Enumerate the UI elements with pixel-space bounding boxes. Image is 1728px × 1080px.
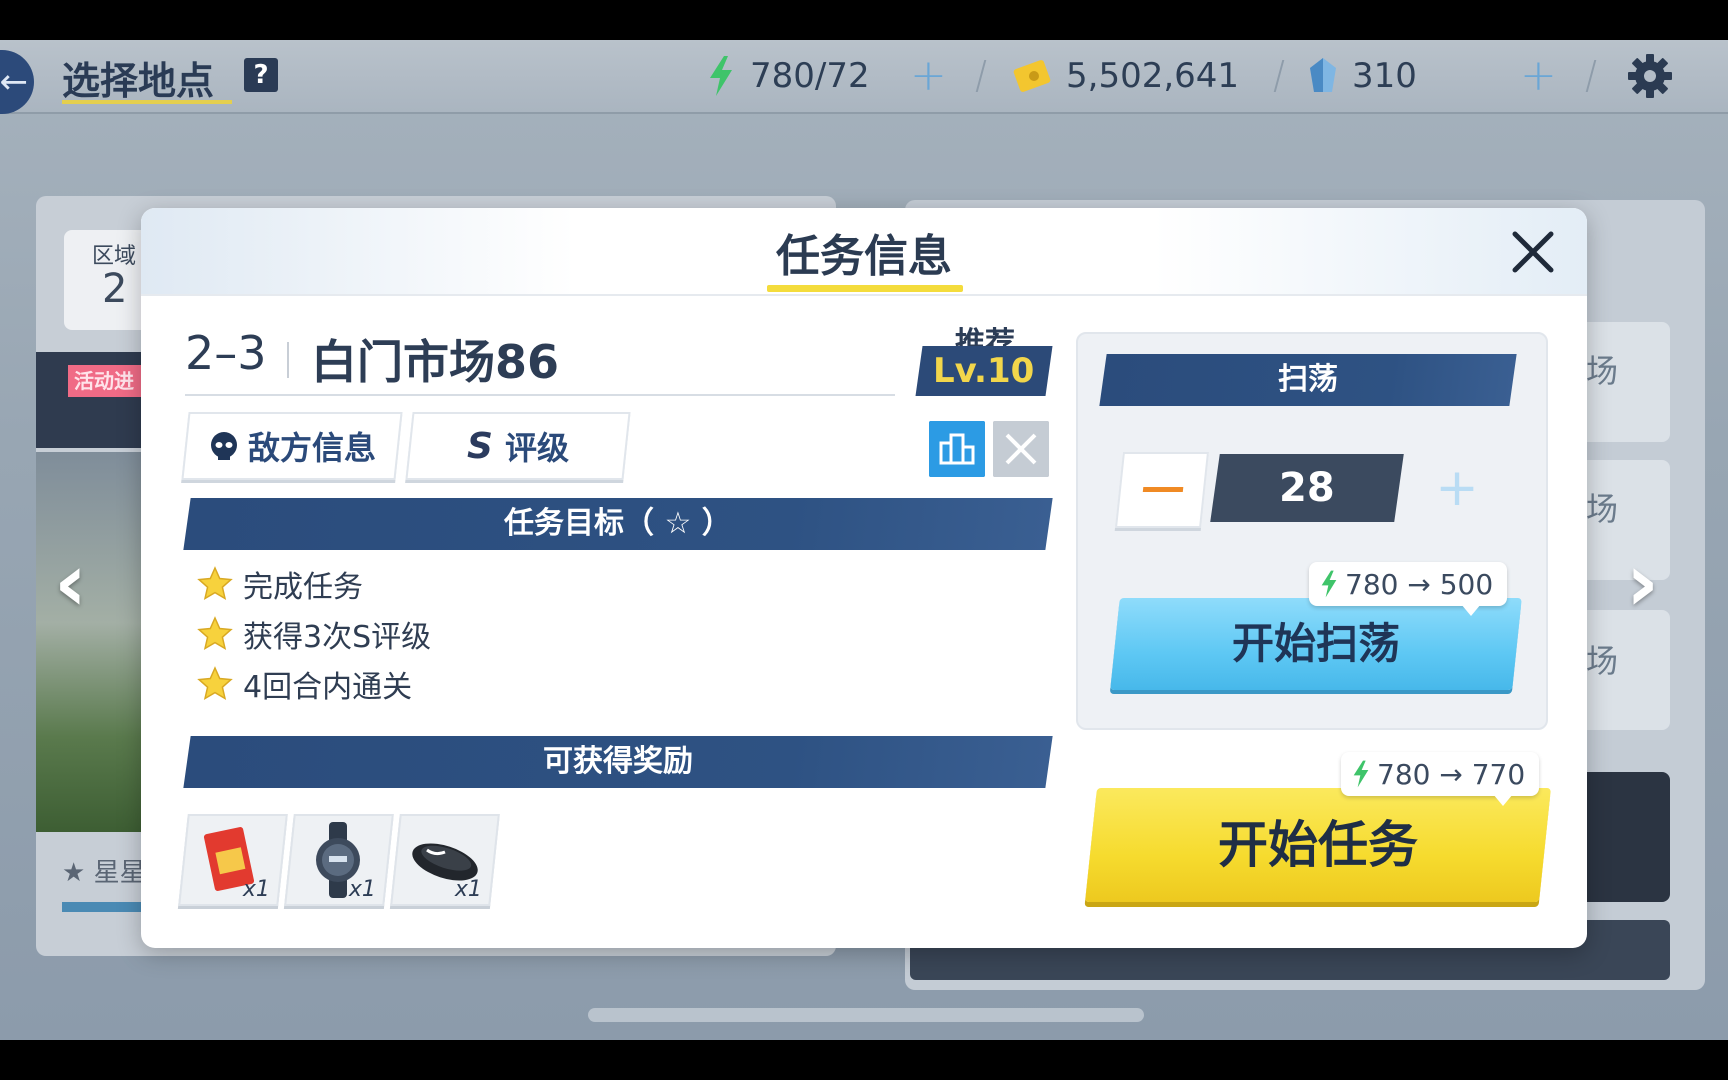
goal-item: 完成任务	[197, 562, 363, 606]
divider	[975, 60, 987, 92]
start-sweep-label: 开始扫荡	[1231, 619, 1400, 668]
reward-item[interactable]: x1	[284, 814, 394, 906]
sweep-count-field[interactable]: 28	[1210, 454, 1404, 522]
enemy-info-button[interactable]: 敌方信息	[181, 412, 403, 480]
dialog-title: 任务信息	[776, 231, 952, 282]
title-accent	[767, 285, 963, 292]
mission-cost-text: 780 → 770	[1377, 757, 1526, 791]
goal-text: 完成任务	[243, 570, 363, 605]
sweep-header-text: 扫荡	[1278, 362, 1338, 397]
stamina-bolt-icon	[1353, 760, 1369, 788]
reward-item[interactable]: x1	[390, 814, 500, 906]
home-indicator	[588, 1008, 1144, 1022]
bubble-tail	[1461, 604, 1482, 616]
stage-underline	[185, 394, 895, 396]
minus-icon	[1142, 487, 1184, 492]
reward-qty: x1	[454, 877, 482, 902]
star-label: ★ 星星	[62, 858, 146, 888]
rating-label: 评级	[504, 429, 569, 467]
start-mission-button[interactable]: 开始任务	[1085, 788, 1551, 902]
credits-value: 5,502,641	[1066, 56, 1240, 96]
reward-qty: x1	[242, 877, 270, 902]
close-icon[interactable]	[1505, 224, 1561, 280]
recommend-level-badge: Lv.10	[915, 346, 1053, 396]
mission-info-dialog: 任务信息 2–3 白门市场86 推荐 Lv.10 敌方信息 S 评级 任务目标（…	[141, 208, 1587, 948]
s-rank-icon: S	[467, 425, 493, 467]
enemy-skull-icon	[210, 432, 237, 460]
enemy-info-label: 敌方信息	[247, 429, 376, 467]
goal-text: 获得3次S评级	[243, 620, 432, 655]
credits-counter: 5,502,641	[1012, 54, 1239, 98]
stage-card-label: 场	[1586, 352, 1619, 390]
gem-icon	[1310, 58, 1336, 92]
gear-icon[interactable]	[1626, 52, 1674, 100]
bubble-tail	[1493, 794, 1514, 806]
star-icon	[197, 566, 233, 601]
start-sweep-button[interactable]: 开始扫荡	[1110, 598, 1522, 690]
star-icon	[197, 666, 233, 701]
star-text: 星星	[93, 858, 146, 888]
add-gems-button[interactable]: +	[1520, 54, 1557, 98]
area-number: 2	[102, 266, 128, 312]
increase-count-button[interactable]: +	[1427, 458, 1487, 518]
mission-cost-bubble: 780 → 770	[1341, 752, 1540, 806]
stage-card-label: 场	[1586, 642, 1619, 680]
sweep-header: 扫荡	[1099, 354, 1517, 406]
divider	[287, 342, 289, 378]
rating-button[interactable]: S 评级	[405, 412, 631, 480]
stamina-bolt-icon	[710, 56, 732, 96]
reward-header-text: 可获得奖励	[543, 744, 693, 779]
sweep-count: 28	[1279, 465, 1335, 511]
stage-card-label: 场	[1586, 490, 1619, 528]
top-bar: ← 选择地点 ? 780/72 + 5,502,641 310 +	[0, 40, 1728, 114]
gems-value: 310	[1352, 56, 1417, 96]
back-button[interactable]: ←	[0, 50, 34, 114]
stage-name: 白门市场86	[311, 335, 560, 389]
city-terrain-icon[interactable]	[929, 421, 985, 477]
reward-item[interactable]: x1	[178, 814, 288, 906]
disabled-terrain-icon[interactable]	[993, 421, 1049, 477]
title-underline	[62, 100, 232, 104]
sweep-cost-text: 780 → 500	[1345, 567, 1494, 601]
stamina-bolt-icon	[1321, 570, 1337, 598]
add-stamina-button[interactable]: +	[910, 54, 947, 98]
gems-counter: 310	[1308, 54, 1417, 98]
next-arrow-icon[interactable]: ›	[1626, 536, 1659, 629]
divider	[1585, 60, 1597, 92]
mission-goal-header: 任务目标（ ☆ ）	[183, 498, 1053, 550]
location-image	[36, 452, 146, 832]
goal-header-text: 任务目标（ ☆ ）	[504, 506, 732, 541]
divider	[1273, 60, 1285, 92]
stamina-counter: 780/72	[706, 54, 870, 98]
reward-qty: x1	[348, 877, 376, 902]
star-icon	[197, 616, 233, 651]
goal-item: 4回合内通关	[197, 662, 412, 706]
stage-code: 2–3	[185, 326, 267, 380]
recommend-level: Lv.10	[933, 351, 1035, 391]
credit-card-icon	[1013, 60, 1051, 92]
decrease-count-button[interactable]	[1115, 452, 1209, 528]
stamina-value: 780/72	[750, 56, 870, 96]
reward-header: 可获得奖励	[183, 736, 1053, 788]
goal-item: 获得3次S评级	[197, 612, 431, 656]
sweep-cost-bubble: 780 → 500	[1309, 562, 1508, 616]
page-title: 选择地点	[62, 59, 215, 103]
help-icon[interactable]: ?	[244, 58, 278, 92]
game-screen: ← 选择地点 ? 780/72 + 5,502,641 310 + 区域 2 活…	[0, 40, 1728, 1040]
goal-text: 4回合内通关	[243, 670, 413, 705]
start-mission-label: 开始任务	[1218, 816, 1418, 874]
dialog-header: 任务信息	[141, 208, 1587, 296]
prev-arrow-icon[interactable]: ‹	[54, 536, 87, 629]
